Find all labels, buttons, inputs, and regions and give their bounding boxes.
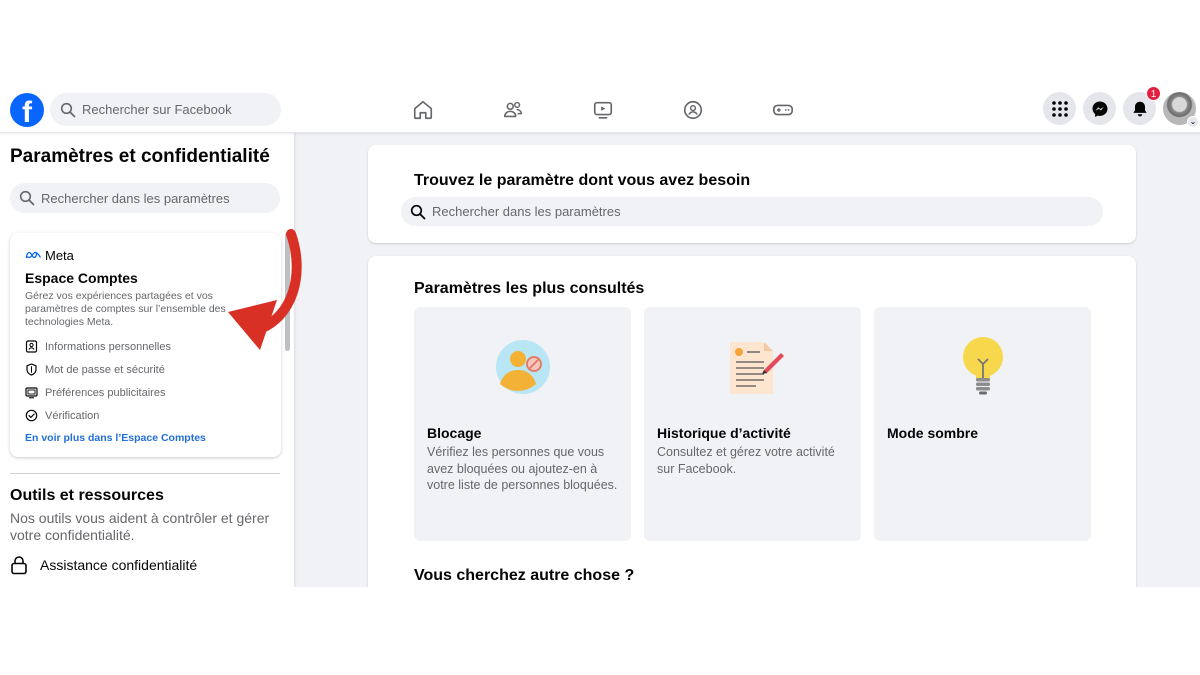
accounts-item-label: Informations personnelles: [45, 340, 171, 353]
friends-icon: [503, 101, 522, 117]
tile-title: Blocage: [427, 425, 482, 441]
tile-title: Historique d’activité: [657, 425, 791, 441]
accounts-item-verification[interactable]: Vérification: [25, 404, 266, 427]
accounts-item-ad-preferences[interactable]: Préférences publicitaires: [25, 381, 266, 404]
looking-for-something-else-title: Vous cherchez autre chose ?: [414, 567, 635, 584]
search-icon: [60, 102, 76, 117]
nav-friends[interactable]: [468, 86, 558, 133]
lightbulb-illustration-icon: [962, 337, 1003, 395]
account-controls: 1 ⌄: [1043, 86, 1199, 128]
monitor-icon: [25, 387, 38, 399]
messenger-icon: [1092, 101, 1107, 117]
accounts-item-label: Mot de passe et sécurité: [45, 363, 165, 376]
bell-icon: [1132, 101, 1147, 116]
tile-blocking[interactable]: Blocage Vérifiez les personnes que vous …: [414, 307, 631, 541]
tile-description: Consultez et gérez votre activité sur Fa…: [657, 445, 835, 476]
tile-activity-log[interactable]: Historique d’activité Consultez et gérez…: [644, 307, 861, 541]
top-navigation-bar: f Rechercher sur Facebook 1 ⌄: [0, 86, 1200, 133]
settings-search-bar-main[interactable]: [401, 197, 1103, 226]
sidebar-divider: [10, 473, 280, 474]
blocking-illustration-icon: [495, 340, 550, 394]
gaming-icon: [773, 104, 793, 115]
lock-icon: [11, 556, 27, 575]
tools-section-description: Nos outils vous aident à contrôler et gé…: [10, 510, 270, 543]
settings-finder-title: Trouvez le paramètre dont vous avez beso…: [414, 172, 751, 189]
popular-settings-card: Paramètres les plus consultés Blocage Vé…: [368, 256, 1136, 587]
see-more-accounts-center-link[interactable]: En voir plus dans l’Espace Comptes: [25, 432, 206, 444]
nav-gaming[interactable]: [738, 86, 828, 133]
nav-groups[interactable]: [648, 86, 738, 133]
lightbulb-illustration-wrapper: [874, 332, 1091, 402]
notification-count-badge: 1: [1146, 86, 1161, 101]
nav-home[interactable]: [378, 86, 468, 133]
facebook-search-bar[interactable]: [50, 93, 281, 126]
sidebar-title: Paramètres et confidentialité: [10, 146, 270, 167]
home-icon: [413, 100, 433, 119]
search-icon: [410, 204, 426, 219]
settings-search-input-main[interactable]: [432, 204, 1103, 219]
tools-section-title: Outils et ressources: [10, 487, 164, 504]
annotation-arrow-icon: [228, 229, 302, 350]
settings-search-input-sidebar[interactable]: [41, 190, 280, 206]
privacy-checkup-item[interactable]: Assistance confidentialité: [10, 555, 197, 575]
accounts-item-label: Préférences publicitaires: [45, 386, 166, 399]
accounts-item-password-security[interactable]: Mot de passe et sécurité: [25, 358, 266, 381]
id-card-icon: [25, 340, 38, 353]
messenger-button[interactable]: [1083, 92, 1116, 125]
privacy-checkup-label: Assistance confidentialité: [40, 557, 198, 573]
tile-description: Vérifiez les personnes que vous avez blo…: [427, 445, 618, 492]
chevron-down-icon: ⌄: [1187, 116, 1199, 128]
check-badge-icon: [25, 409, 38, 422]
blocking-illustration-wrapper: [414, 332, 631, 402]
facebook-settings-page: f Rechercher sur Facebook 1 ⌄ Paramètres…: [0, 86, 1200, 587]
nav-watch[interactable]: [558, 86, 648, 133]
settings-search-bar-sidebar[interactable]: [10, 183, 280, 213]
menu-button[interactable]: [1043, 92, 1076, 125]
settings-finder-card: Trouvez le paramètre dont vous avez beso…: [368, 145, 1136, 243]
meta-brand-text: Meta: [45, 247, 74, 263]
tile-dark-mode[interactable]: Mode sombre: [874, 307, 1091, 541]
meta-infinity-icon: [25, 251, 41, 259]
main-nav-tabs: [378, 86, 828, 133]
popular-settings-title: Paramètres les plus consultés: [414, 280, 645, 297]
search-icon: [19, 190, 35, 206]
groups-icon: [683, 100, 703, 119]
facebook-search-input[interactable]: [82, 102, 281, 117]
accounts-item-label: Vérification: [45, 409, 100, 422]
notifications-button[interactable]: 1: [1123, 86, 1161, 125]
shield-icon: [26, 363, 37, 376]
profile-avatar[interactable]: ⌄: [1163, 92, 1199, 128]
activity-log-illustration-wrapper: [644, 332, 861, 402]
watch-icon: [593, 101, 613, 119]
facebook-logo-icon[interactable]: f: [10, 93, 44, 127]
tile-title: Mode sombre: [887, 425, 979, 441]
grid-menu-icon: [1051, 100, 1068, 117]
activity-log-illustration-icon: [729, 342, 784, 394]
